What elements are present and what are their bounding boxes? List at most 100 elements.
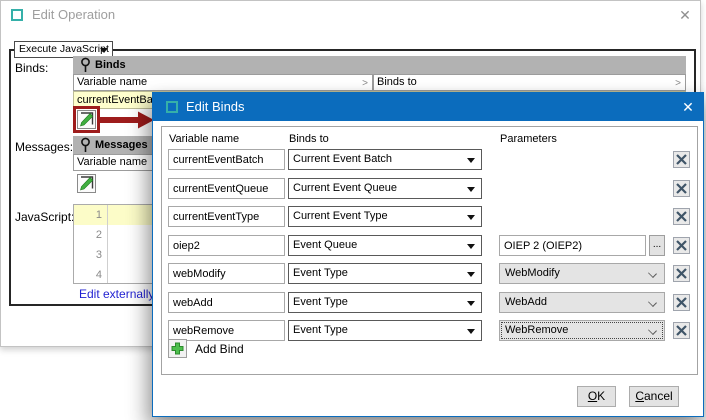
- dropdown-arrow-icon: [467, 187, 475, 192]
- messages-grid-header-label: Messages: [95, 139, 148, 151]
- dropdown-arrow-icon: [467, 329, 475, 334]
- variable-name-input[interactable]: [168, 263, 285, 284]
- dialog-titlebar[interactable]: Edit Binds ✕: [153, 93, 703, 121]
- edit-operation-app-icon: [11, 9, 23, 21]
- edit-externally-link[interactable]: Edit externally: [79, 287, 154, 301]
- pin-icon: [79, 57, 92, 73]
- binds-to-value: Event Type: [293, 296, 348, 308]
- javascript-field-label: JavaScript:: [15, 210, 74, 224]
- binds-to-value: Current Event Queue: [293, 182, 397, 194]
- bind-row: Event Queue ...: [162, 235, 697, 256]
- binds-to-dropdown[interactable]: Event Type: [288, 263, 482, 284]
- parameter-value: WebRemove: [505, 324, 568, 336]
- dropdown-arrow-icon: [467, 158, 475, 163]
- variable-name-input[interactable]: [168, 292, 285, 313]
- ok-button[interactable]: OK: [577, 386, 616, 407]
- close-icon[interactable]: ✕: [673, 93, 703, 121]
- binds-col-variable-name[interactable]: Variable name >: [73, 74, 373, 91]
- delete-bind-button[interactable]: [673, 208, 690, 225]
- bind-row: Current Event Type: [162, 206, 697, 227]
- pin-icon: [79, 137, 92, 153]
- editor-line-number: 4: [74, 265, 102, 285]
- ok-button-label-rest: K: [597, 389, 605, 403]
- delete-x-icon: [676, 183, 687, 194]
- binds-to-dropdown[interactable]: Current Event Type: [288, 206, 482, 227]
- edit-binds-button[interactable]: [77, 110, 96, 129]
- window-title: Edit Operation: [32, 7, 115, 22]
- delete-bind-button[interactable]: [673, 322, 690, 339]
- binds-col-binds-to[interactable]: Binds to >: [373, 74, 686, 91]
- binds-to-value: Event Type: [293, 267, 348, 279]
- dropdown-arrow-icon: [467, 272, 475, 277]
- variable-name-input[interactable]: [168, 235, 285, 256]
- delete-bind-button[interactable]: [673, 237, 690, 254]
- sort-indicator-icon: >: [362, 76, 368, 91]
- binds-to-dropdown[interactable]: Current Event Queue: [288, 178, 482, 199]
- delete-x-icon: [676, 268, 687, 279]
- variable-name-input[interactable]: [168, 206, 285, 227]
- editor-line-number: 3: [74, 245, 102, 265]
- binds-to-dropdown[interactable]: Current Event Batch: [288, 149, 482, 170]
- binds-to-value: Event Queue: [293, 239, 357, 251]
- add-bind-button[interactable]: [168, 339, 187, 358]
- binds-list-panel: Variable name Binds to Parameters Curren…: [161, 126, 698, 375]
- chevron-down-icon: [648, 298, 657, 307]
- add-bind-label[interactable]: Add Bind: [195, 342, 244, 356]
- dropdown-arrow-icon: [467, 215, 475, 220]
- bind-row: Current Event Batch: [162, 149, 697, 170]
- bind-row: Current Event Queue: [162, 178, 697, 199]
- delete-bind-button[interactable]: [673, 151, 690, 168]
- binds-to-dropdown[interactable]: Event Type: [288, 292, 482, 313]
- editor-line-number: 1: [74, 205, 102, 225]
- column-header-variable-name: Variable name: [169, 133, 239, 145]
- binds-to-dropdown[interactable]: Event Queue: [288, 235, 482, 256]
- parameter-value-input[interactable]: [499, 235, 646, 256]
- chevron-down-icon: [648, 269, 657, 278]
- variable-name-input[interactable]: [168, 320, 285, 341]
- delete-x-icon: [676, 154, 687, 165]
- delete-bind-button[interactable]: [673, 180, 690, 197]
- delete-bind-button[interactable]: [673, 265, 690, 282]
- bind-row: Event Type WebRemove: [162, 320, 697, 341]
- delete-x-icon: [676, 325, 687, 336]
- dialog-title: Edit Binds: [186, 99, 245, 114]
- binds-grid-header: Binds: [73, 56, 686, 74]
- parameter-dropdown[interactable]: WebModify: [499, 263, 665, 284]
- column-header-binds-to: Binds to: [289, 133, 329, 145]
- close-icon[interactable]: ✕: [674, 5, 696, 25]
- variable-name-input[interactable]: [168, 149, 285, 170]
- dropdown-arrow-icon: [467, 244, 475, 249]
- edit-pencil-icon: [79, 176, 94, 191]
- binds-to-value: Event Type: [293, 324, 348, 336]
- parameter-dropdown[interactable]: WebAdd: [499, 292, 665, 313]
- binds-col-variable-label: Variable name: [77, 76, 147, 88]
- binds-grid-header-label: Binds: [95, 59, 126, 71]
- binds-col-binds-to-label: Binds to: [377, 76, 417, 88]
- delete-x-icon: [676, 211, 687, 222]
- column-header-parameters: Parameters: [500, 133, 557, 145]
- dropdown-arrow-icon: [100, 48, 108, 53]
- delete-bind-button[interactable]: [673, 294, 690, 311]
- screenshot-stage: Edit Operation ✕ Execute JavaScript Bind…: [0, 0, 706, 420]
- browse-parameter-button[interactable]: ...: [649, 235, 665, 256]
- binds-to-value: Current Event Batch: [293, 153, 392, 165]
- bind-row: Event Type WebModify: [162, 263, 697, 284]
- parameter-value: WebModify: [505, 267, 560, 279]
- cancel-button-label: C: [635, 389, 644, 403]
- cancel-button[interactable]: Cancel: [629, 386, 679, 407]
- parameter-dropdown[interactable]: WebRemove: [499, 320, 665, 341]
- delete-x-icon: [676, 297, 687, 308]
- edit-messages-button[interactable]: [77, 174, 96, 193]
- delete-x-icon: [676, 240, 687, 251]
- binds-to-dropdown[interactable]: Event Type: [288, 320, 482, 341]
- operation-type-label: Execute JavaScript: [19, 43, 109, 55]
- ok-button-label: O: [588, 389, 597, 403]
- binds-row-variable-value: currentEventBa: [77, 94, 153, 106]
- edit-binds-app-icon: [166, 101, 178, 113]
- editor-gutter-divider: [107, 205, 108, 283]
- cancel-button-label-rest: ancel: [644, 389, 673, 403]
- variable-name-input[interactable]: [168, 178, 285, 199]
- messages-col-variable-label: Variable name: [77, 156, 147, 168]
- bind-row: Event Type WebAdd: [162, 292, 697, 313]
- dropdown-arrow-icon: [467, 301, 475, 306]
